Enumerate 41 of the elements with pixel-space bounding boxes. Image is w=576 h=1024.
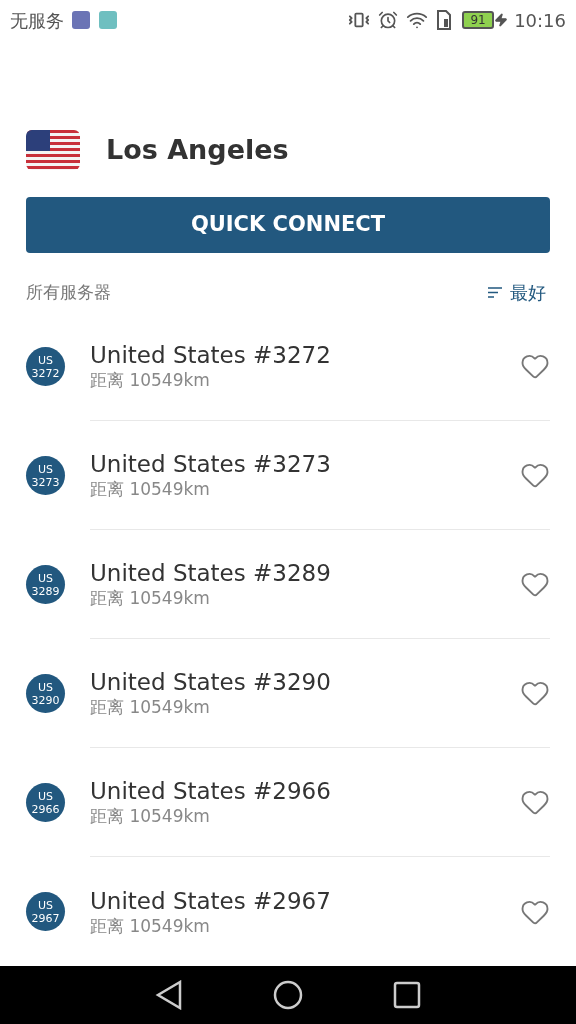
server-item[interactable]: US 3272 United States #3272 距离 10549km [26,312,550,421]
gallery-icon [99,11,117,29]
server-item[interactable]: US 2967 United States #2967 距离 10549km [26,857,550,966]
server-badge: US 3273 [26,456,65,495]
sort-button[interactable]: 最好 [488,279,546,306]
quick-connect-button[interactable]: QUICK CONNECT [26,196,550,253]
home-icon[interactable] [273,980,303,1010]
server-badge: US 2967 [26,892,65,931]
server-distance: 距离 10549km [90,587,211,609]
server-item[interactable]: US 2966 United States #2966 距离 10549km [26,748,550,857]
server-distance: 距离 10549km [90,914,211,937]
server-name: United States #3272 [90,341,332,369]
server-badge: US 3289 [26,565,65,604]
charging-icon [494,13,509,27]
flag-icon [26,130,80,171]
server-distance: 距离 10549km [90,696,211,718]
server-name: United States #3290 [90,668,332,696]
server-badge: US 3290 [26,674,65,713]
carrier-text: 无服务 [10,8,64,33]
server-name: United States #2966 [90,777,332,805]
server-distance: 距离 10549km [90,478,211,500]
alarm-icon [378,10,399,30]
server-name: United States #3289 [90,559,332,587]
server-badge: US 2966 [26,783,65,822]
server-distance: 距离 10549km [90,369,211,391]
location-name: Los Angeles [106,133,289,167]
server-item[interactable]: US 3289 United States #3289 距离 10549km [26,530,550,639]
server-name: United States #2967 [90,886,332,915]
list-title: 所有服务器 [26,280,111,304]
server-item[interactable]: US 3273 United States #3273 距离 10549km [26,421,550,530]
clock-text: 10:16 [514,8,566,33]
app-icon [72,11,90,29]
server-badge: US 3272 [26,347,65,386]
battery-indicator: 91 [462,11,495,29]
recents-icon[interactable] [393,981,421,1009]
server-name: United States #3273 [90,450,332,478]
sort-icon [488,287,502,298]
server-distance: 距离 10549km [90,805,211,827]
back-icon[interactable] [155,980,183,1010]
sim-icon [436,10,453,30]
server-item[interactable]: US 3290 United States #3290 距离 10549km [26,639,550,748]
